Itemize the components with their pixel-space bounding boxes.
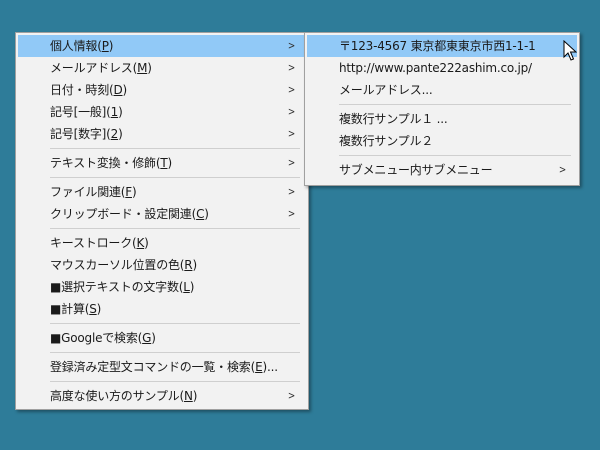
menu-item[interactable]: 高度な使い方のサンプル(N) > — [18, 385, 306, 407]
menu-item-label: 高度な使い方のサンプル(N) — [50, 389, 198, 403]
menu-item[interactable]: ■選択テキストの文字数(L) — [18, 276, 306, 298]
menu-item-label: ファイル関連(F) — [50, 185, 137, 199]
menu-item-label: メールアドレス... — [339, 83, 433, 97]
accelerator-key: 2 — [110, 127, 119, 141]
menu-item-label: 複数行サンプル２ — [339, 134, 434, 148]
menu-item-label: メールアドレス(M) — [50, 61, 152, 75]
chevron-right-icon: > — [287, 105, 296, 118]
menu-item-label: ■計算(S) — [50, 302, 102, 316]
menu-item-label: マウスカーソル位置の色(R) — [50, 258, 197, 272]
accelerator-key: F — [125, 185, 132, 199]
menu-item[interactable]: 個人情報(P) > — [18, 35, 306, 57]
menu-item-label: テキスト変換・修飾(T) — [50, 156, 172, 170]
menu-item-label: ■選択テキストの文字数(L) — [50, 280, 195, 294]
chevron-right-icon: > — [287, 61, 296, 74]
menu-item-label: 日付・時刻(D) — [50, 83, 128, 97]
accelerator-key: D — [113, 83, 123, 97]
menu-separator — [339, 104, 571, 105]
submenu-item[interactable]: 〒123-4567 東京都東東京市西1-1-1 — [307, 35, 577, 57]
menu-item-label: http://www.pante222ashim.co.jp/ — [339, 61, 532, 75]
menu-item[interactable]: マウスカーソル位置の色(R) — [18, 254, 306, 276]
submenu-item[interactable]: メールアドレス... — [307, 79, 577, 101]
submenu-personal-info: 〒123-4567 東京都東東京市西1-1-1 http://www.pante2… — [304, 32, 580, 186]
menu-item[interactable]: キーストローク(K) — [18, 232, 306, 254]
accelerator-key: 1 — [110, 105, 119, 119]
menu-item-label: 〒123-4567 東京都東東京市西1-1-1 — [339, 39, 536, 53]
menu-item-label: 記号[数字](2) — [50, 127, 123, 141]
submenu-item[interactable]: http://www.pante222ashim.co.jp/ — [307, 57, 577, 79]
chevron-right-icon: > — [287, 83, 296, 96]
menu-item[interactable]: クリップボード・設定関連(C) > — [18, 203, 306, 225]
menu-item-label: 複数行サンプル１ ... — [339, 112, 448, 126]
chevron-right-icon: > — [287, 207, 296, 220]
menu-separator — [50, 228, 300, 229]
accelerator-key: G — [142, 331, 152, 345]
menu-item-label: 個人情報(P) — [50, 39, 114, 53]
accelerator-key: S — [89, 302, 97, 316]
submenu-item[interactable]: 複数行サンプル１ ... — [307, 108, 577, 130]
mouse-cursor-icon — [563, 40, 577, 61]
menu-item[interactable]: テキスト変換・修飾(T) > — [18, 152, 306, 174]
menu-separator — [339, 155, 571, 156]
accelerator-key: K — [136, 236, 145, 250]
chevron-right-icon: > — [558, 163, 567, 176]
menu-item[interactable]: 記号[一般](1) > — [18, 101, 306, 123]
chevron-right-icon: > — [287, 389, 296, 402]
menu-item-label: ■Googleで検索(G) — [50, 331, 156, 345]
menu-item[interactable]: ファイル関連(F) > — [18, 181, 306, 203]
menu-item[interactable]: 日付・時刻(D) > — [18, 79, 306, 101]
menu-item-label: 記号[一般](1) — [50, 105, 123, 119]
menu-item[interactable]: メールアドレス(M) > — [18, 57, 306, 79]
chevron-right-icon: > — [287, 39, 296, 52]
menu-separator — [50, 177, 300, 178]
chevron-right-icon: > — [287, 127, 296, 140]
menu-item-label: 登録済み定型文コマンドの一覧・検索(E)... — [50, 360, 278, 374]
menu-separator — [50, 381, 300, 382]
context-menu: 個人情報(P) > メールアドレス(M) > 日付・時刻(D) > 記号[一般](1) > 記号… — [15, 32, 309, 410]
submenu-item[interactable]: サブメニュー内サブメニュー > — [307, 159, 577, 181]
menu-item-label: キーストローク(K) — [50, 236, 149, 250]
menu-item-label: サブメニュー内サブメニュー — [339, 163, 493, 177]
submenu-item[interactable]: 複数行サンプル２ — [307, 130, 577, 152]
menu-separator — [50, 323, 300, 324]
menu-separator — [50, 148, 300, 149]
menu-item[interactable]: 登録済み定型文コマンドの一覧・検索(E)... — [18, 356, 306, 378]
accelerator-key: M — [137, 61, 148, 75]
menu-separator — [50, 352, 300, 353]
menu-item[interactable]: ■Googleで検索(G) — [18, 327, 306, 349]
accelerator-key: N — [183, 389, 193, 403]
chevron-right-icon: > — [287, 185, 296, 198]
menu-item[interactable]: 記号[数字](2) > — [18, 123, 306, 145]
accelerator-key: P — [101, 39, 109, 53]
chevron-right-icon: > — [287, 156, 296, 169]
menu-item[interactable]: ■計算(S) — [18, 298, 306, 320]
menu-item-label: クリップボード・設定関連(C) — [50, 207, 209, 221]
